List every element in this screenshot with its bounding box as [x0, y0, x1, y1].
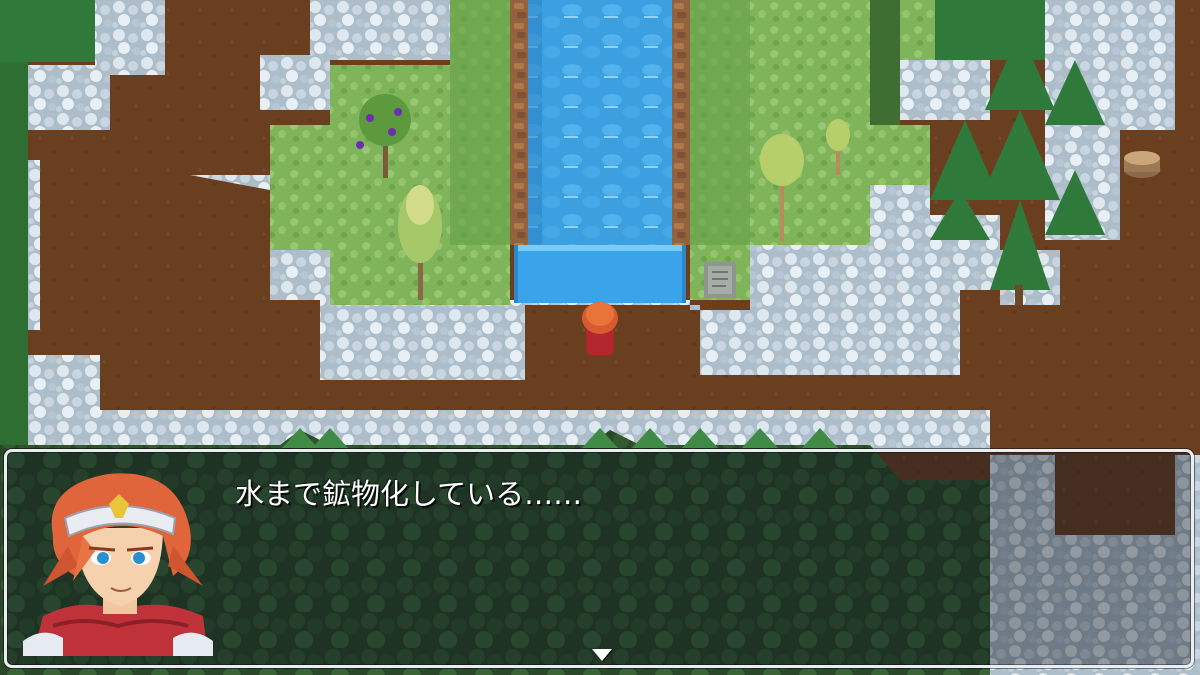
cliff-right	[672, 0, 690, 245]
dialog-window[interactable]: 水まで鉱物化している……	[4, 449, 1194, 668]
down-triangle-icon[interactable]	[592, 649, 612, 661]
cascade	[528, 0, 672, 245]
player-character	[582, 302, 618, 355]
forest-top-left	[0, 0, 95, 62]
dialog-message: 水まで鉱物化している……	[235, 477, 583, 511]
speaker-portrait	[23, 473, 213, 656]
waterfall	[510, 0, 690, 303]
tree-stump	[1124, 151, 1160, 178]
water-pool	[514, 245, 686, 303]
stone-tablet	[704, 262, 736, 298]
cliff-left	[510, 0, 528, 245]
